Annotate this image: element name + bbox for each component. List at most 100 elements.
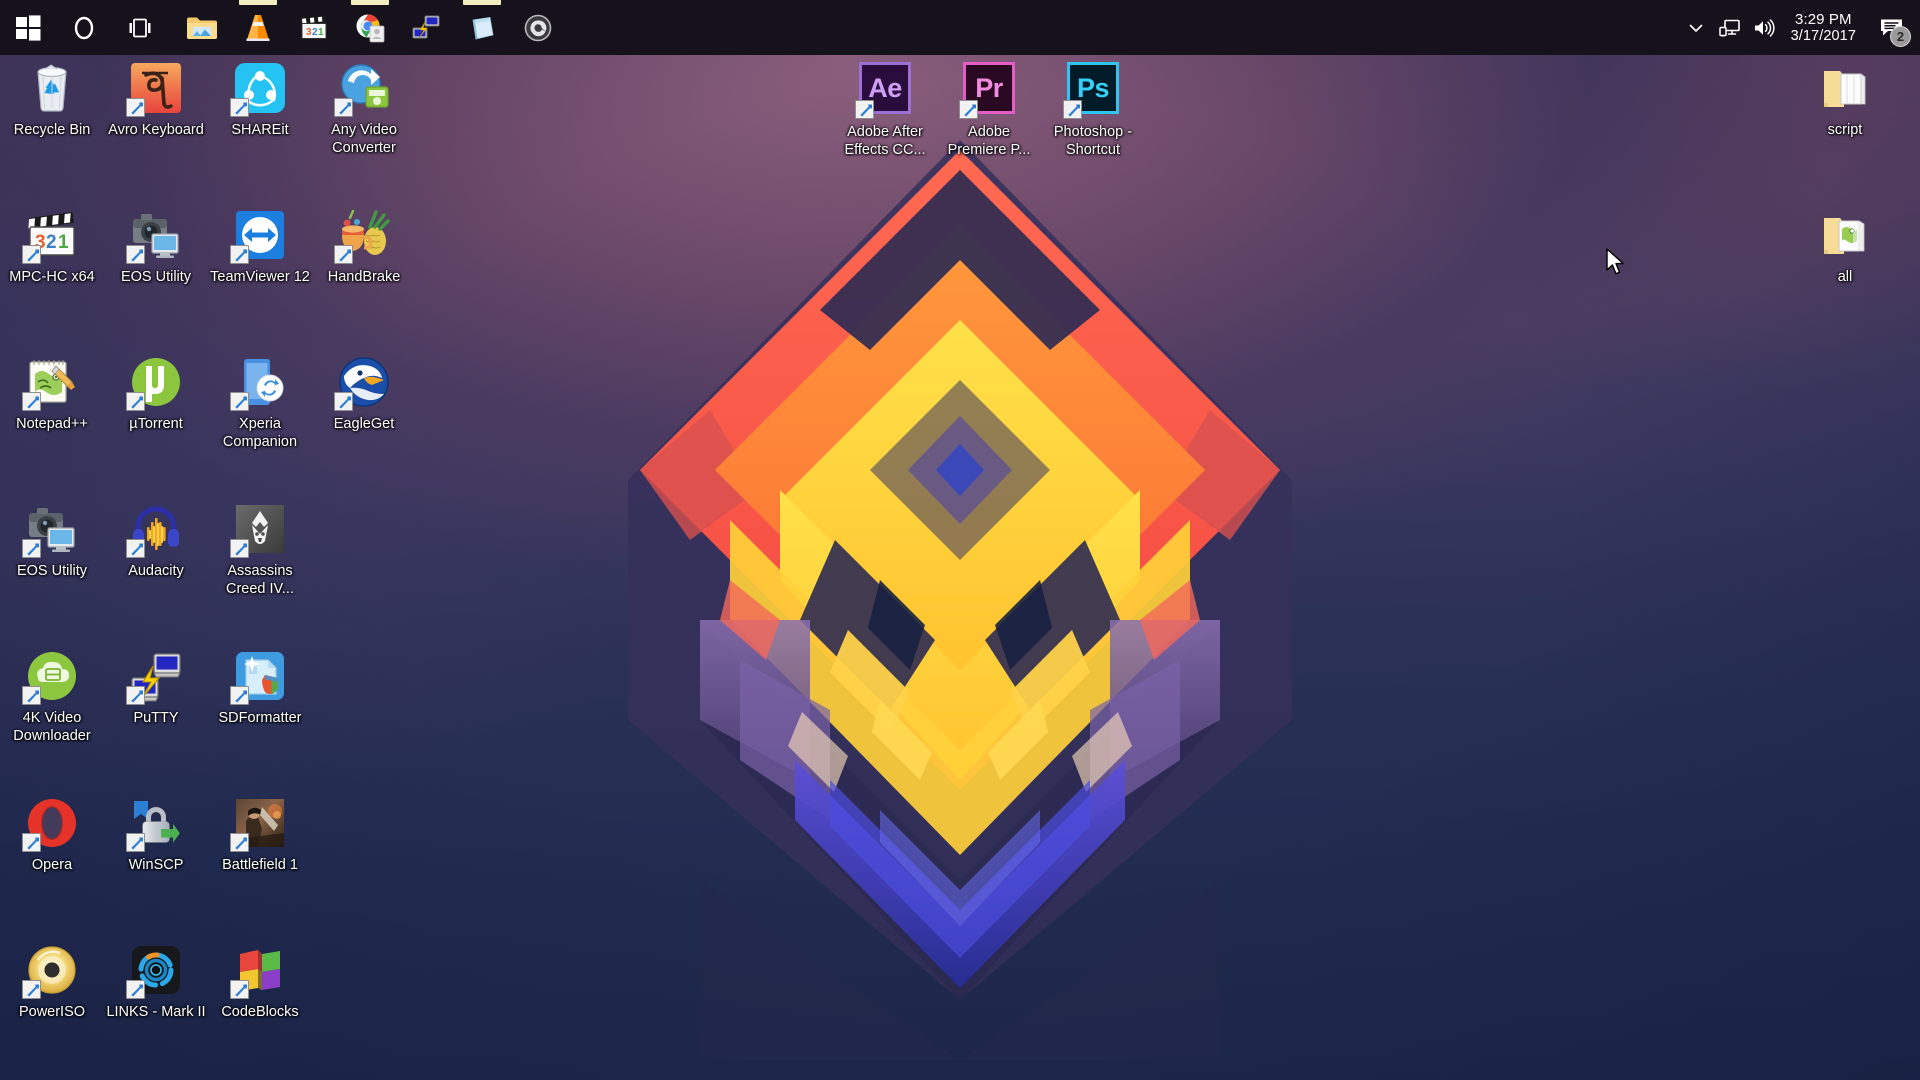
desktop-icon-area[interactable]: Recycle Bin Avro Keyboard SHAREit Any Vi… <box>0 0 1920 1080</box>
desktop-icon-label: Adobe After Effects CC... <box>844 124 926 158</box>
winscp-icon <box>126 795 184 852</box>
putty-icon <box>412 15 440 38</box>
obs-studio-icon <box>524 14 552 41</box>
obs-button[interactable] <box>510 0 566 55</box>
chrome-button[interactable] <box>342 0 398 55</box>
eagleget-icon <box>334 354 392 411</box>
desktop-icon-folder-script[interactable]: script <box>1793 60 1897 139</box>
mpc-hc-icon: 3 2 1 <box>299 15 327 39</box>
folder-icon <box>1817 60 1873 116</box>
shortcut-arrow-icon <box>334 245 353 264</box>
adobe-after-effects-icon: Ae <box>855 62 913 119</box>
cortana-button[interactable] <box>56 0 112 55</box>
shortcut-arrow-icon <box>22 980 41 999</box>
desktop-icon-photoshop-shortcut[interactable]: Ps Photoshop - Shortcut <box>1041 60 1145 159</box>
desktop-icon-teamviewer-12[interactable]: TeamViewer 12 <box>208 207 312 286</box>
shortcut-arrow-icon <box>126 980 145 999</box>
putty-button[interactable] <box>398 0 454 55</box>
desktop-icon-any-video-converter[interactable]: Any Video Converter <box>312 60 416 157</box>
desktop-icon-handbrake[interactable]: HandBrake <box>312 207 416 286</box>
desktop-icon-label: Adobe Premiere P... <box>947 124 1031 158</box>
network-button[interactable] <box>1713 0 1747 55</box>
desktop-icon-adobe-after-effects[interactable]: Ae Adobe After Effects CC... <box>833 60 937 159</box>
poweriso-icon <box>22 942 80 999</box>
desktop-icon-assassins-creed-iv[interactable]: Assassins Creed IV... <box>208 501 312 598</box>
shortcut-arrow-icon <box>855 100 874 119</box>
desktop-icon-links-mark-ii[interactable]: LINKS - Mark II <box>104 942 208 1021</box>
shortcut-arrow-icon <box>230 392 249 411</box>
putty-icon <box>126 648 184 705</box>
desktop-icon-label: Recycle Bin <box>13 122 91 138</box>
desktop-icon-xperia-companion[interactable]: Xperia Companion <box>208 354 312 451</box>
shortcut-arrow-icon <box>126 392 145 411</box>
desktop-icon-battlefield-1[interactable]: Battlefield 1 <box>208 795 312 874</box>
speaker-icon <box>1754 18 1775 37</box>
desktop-icon-label: script <box>1827 122 1863 138</box>
desktop-icon-label: µTorrent <box>129 416 183 432</box>
desktop-icon-label: Assassins Creed IV... <box>226 563 294 597</box>
desktop-icon-poweriso[interactable]: PowerISO <box>0 942 104 1021</box>
desktop-icon-audacity[interactable]: Audacity <box>104 501 208 580</box>
shortcut-arrow-icon <box>334 392 353 411</box>
shortcut-arrow-icon <box>22 245 41 264</box>
desktop-icon-label: CodeBlocks <box>221 1004 299 1020</box>
notepad-icon <box>472 16 494 39</box>
shortcut-arrow-icon <box>230 833 249 852</box>
desktop-icon-folder-all[interactable]: all <box>1793 207 1897 286</box>
sdformatter-icon <box>230 648 288 705</box>
shortcut-arrow-icon <box>230 980 249 999</box>
shortcut-arrow-icon <box>126 833 145 852</box>
desktop-icon-eos-utility[interactable]: EOS Utility <box>104 207 208 286</box>
system-tray: 3:29 PM 3/17/2017 2 <box>1679 0 1920 55</box>
desktop-icon-avro-keyboard[interactable]: Avro Keyboard <box>104 60 208 139</box>
desktop-icon-label: 4K Video Downloader <box>13 710 91 744</box>
desktop-icon-label: WinSCP <box>128 857 184 873</box>
desktop-icon-codeblocks[interactable]: CodeBlocks <box>208 942 312 1021</box>
desktop-icon-label: Opera <box>31 857 73 873</box>
desktop-icon-eagleget[interactable]: EagleGet <box>312 354 416 433</box>
handbrake-icon <box>334 207 392 264</box>
volume-button[interactable] <box>1747 0 1781 55</box>
desktop-icon-recycle-bin[interactable]: Recycle Bin <box>0 60 104 139</box>
mouse-pointer <box>1605 248 1627 278</box>
desktop-icon-adobe-premiere-pro[interactable]: Pr Adobe Premiere P... <box>937 60 1041 159</box>
desktop-icon-winscp[interactable]: WinSCP <box>104 795 208 874</box>
shortcut-arrow-icon <box>959 100 978 119</box>
utorrent-icon <box>126 354 184 411</box>
cortana-circle-icon <box>74 16 94 39</box>
notepad-button[interactable] <box>454 0 510 55</box>
desktop-icon-4k-video-downloader[interactable]: 4K Video Downloader <box>0 648 104 745</box>
desktop-icon-notepad-plus-plus[interactable]: Notepad++ <box>0 354 104 433</box>
desktop-icon-label: Battlefield 1 <box>222 857 298 873</box>
mpc-hc-button[interactable]: 3 2 1 <box>286 0 342 55</box>
desktop-icon-label: SDFormatter <box>218 710 302 726</box>
desktop-icon-label: Xperia Companion <box>222 416 298 450</box>
network-monitor-icon <box>1718 19 1740 36</box>
file-explorer-button[interactable] <box>174 0 230 55</box>
show-hidden-icons-button[interactable] <box>1679 0 1713 55</box>
desktop-icon-eos-utility-2[interactable]: EOS Utility <box>0 501 104 580</box>
4k-video-downloader-icon <box>22 648 80 705</box>
desktop-icon-opera[interactable]: Opera <box>0 795 104 874</box>
start-button[interactable] <box>0 0 56 55</box>
desktop-icon-utorrent[interactable]: µTorrent <box>104 354 208 433</box>
desktop-icon-shareit[interactable]: SHAREit <box>208 60 312 139</box>
desktop-icon-sdformatter[interactable]: SDFormatter <box>208 648 312 727</box>
links-mark-ii-icon <box>126 942 184 999</box>
desktop-icon-putty[interactable]: PuTTY <box>104 648 208 727</box>
xperia-companion-icon <box>230 354 288 411</box>
shortcut-arrow-icon <box>126 245 145 264</box>
taskbar-clock[interactable]: 3:29 PM 3/17/2017 <box>1781 11 1868 45</box>
vlc-cone-icon <box>246 14 270 41</box>
desktop-icon-label: Audacity <box>128 563 184 579</box>
vlc-button[interactable] <box>230 0 286 55</box>
task-view-button[interactable] <box>112 0 168 55</box>
svg-text:1: 1 <box>318 27 324 38</box>
taskbar[interactable]: 3 2 1 3:29 PM 3/17/2017 2 <box>0 0 1920 55</box>
folder-with-files-icon <box>1817 207 1873 263</box>
desktop-icon-mpc-hc-x64[interactable]: 3 2 1 MPC-HC x64 <box>0 207 104 286</box>
desktop-icon-label: SHAREit <box>231 122 289 138</box>
shortcut-arrow-icon <box>230 539 249 558</box>
shortcut-arrow-icon <box>1063 100 1082 119</box>
action-center-button[interactable]: 2 <box>1868 0 1916 55</box>
